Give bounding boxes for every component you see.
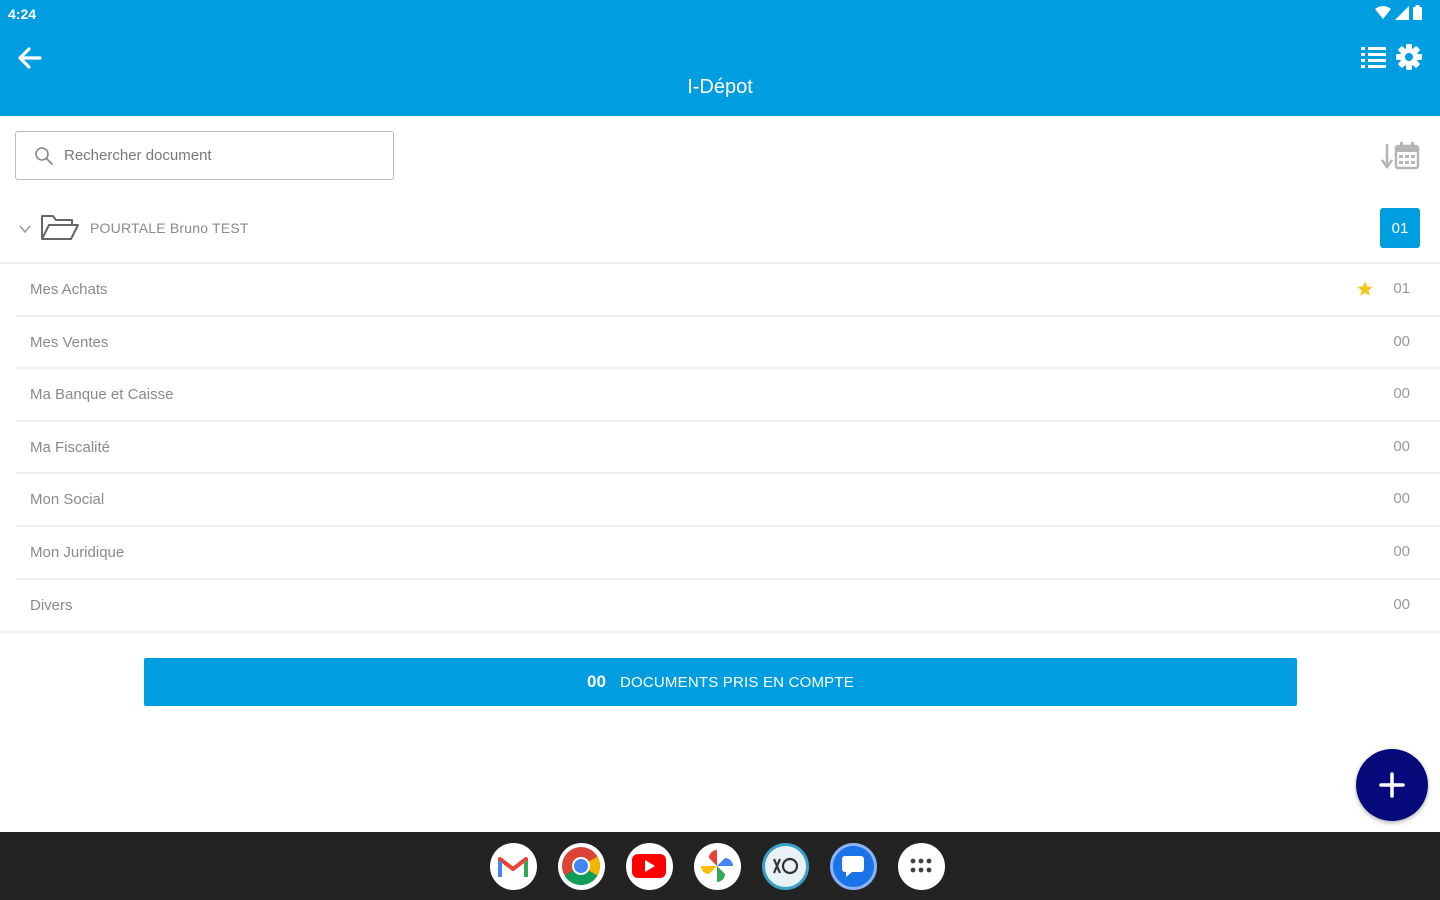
plus-icon xyxy=(1379,772,1405,798)
list-item[interactable]: Mes Ventes 00 xyxy=(16,317,1440,370)
messages-icon[interactable] xyxy=(829,842,877,890)
app-bar: 4:24 I-Dépot xyxy=(0,0,1440,116)
category-count: 00 xyxy=(1393,490,1410,508)
list-item[interactable]: Ma Fiscalité 00 xyxy=(16,422,1440,475)
sort-calendar-icon xyxy=(1380,142,1420,170)
category-count: 00 xyxy=(1393,542,1410,560)
list-item[interactable]: Ma Banque et Caisse 00 xyxy=(16,369,1440,422)
category-count: 00 xyxy=(1393,437,1410,455)
gear-icon xyxy=(1396,44,1422,70)
documents-count: 00 xyxy=(587,672,606,691)
category-count: 01 xyxy=(1393,280,1410,297)
arrow-left-icon xyxy=(18,47,42,69)
chrome-icon[interactable] xyxy=(557,842,605,890)
list-item[interactable]: Divers 00 xyxy=(16,580,1440,633)
documents-label: DOCUMENTS PRIS EN COMPTE xyxy=(619,673,854,691)
page-title: I-Dépot xyxy=(687,76,753,98)
gmail-icon[interactable] xyxy=(489,842,537,890)
wifi-icon xyxy=(1375,5,1391,19)
back-button[interactable] xyxy=(14,42,46,74)
sort-by-date-button[interactable] xyxy=(1380,140,1422,172)
list-item[interactable]: Mon Juridique 00 xyxy=(16,527,1440,580)
category-label: Ma Banque et Caisse xyxy=(30,386,174,404)
chevron-down-icon[interactable] xyxy=(18,222,32,236)
status-icons xyxy=(1375,5,1422,20)
settings-button[interactable] xyxy=(1396,44,1424,72)
category-label: Ma Fiscalité xyxy=(30,438,111,456)
status-time: 4:24 xyxy=(8,6,37,22)
signal-icon xyxy=(1395,5,1409,20)
documents-count-button[interactable]: 00 DOCUMENTS PRIS EN COMPTE xyxy=(144,658,1297,706)
folder-open-icon xyxy=(41,215,79,240)
list-view-button[interactable] xyxy=(1360,44,1388,72)
search-box[interactable] xyxy=(15,131,394,180)
folder-name: POURTALE Bruno TEST xyxy=(90,220,249,236)
category-count: 00 xyxy=(1393,385,1410,403)
taskbar xyxy=(0,832,1440,900)
star-icon[interactable] xyxy=(1356,280,1374,298)
idepot-icon[interactable] xyxy=(761,842,809,890)
folder-row[interactable]: POURTALE Bruno TEST 01 xyxy=(0,200,1440,264)
add-document-button[interactable] xyxy=(1356,749,1428,821)
search-input[interactable] xyxy=(64,147,364,164)
divider xyxy=(0,631,1440,633)
category-label: Mon Social xyxy=(30,491,105,509)
category-list: Mes Achats 01 Mes Ventes 00 Ma Banque et… xyxy=(16,264,1440,632)
category-count: 00 xyxy=(1393,595,1410,613)
category-count: 00 xyxy=(1393,332,1410,350)
battery-icon xyxy=(1413,5,1422,20)
app-drawer-icon[interactable] xyxy=(897,842,945,890)
category-label: Divers xyxy=(30,596,73,614)
category-label: Mes Ventes xyxy=(30,333,109,351)
photos-icon[interactable] xyxy=(693,842,741,890)
search-icon xyxy=(35,146,53,165)
list-item[interactable]: Mon Social 00 xyxy=(16,474,1440,527)
youtube-icon[interactable] xyxy=(625,842,673,890)
folder-count-badge[interactable]: 01 xyxy=(1380,208,1420,248)
category-label: Mon Juridique xyxy=(30,543,125,561)
category-label: Mes Achats xyxy=(30,281,108,298)
list-item[interactable]: Mes Achats 01 xyxy=(16,264,1440,317)
list-icon xyxy=(1361,47,1386,68)
